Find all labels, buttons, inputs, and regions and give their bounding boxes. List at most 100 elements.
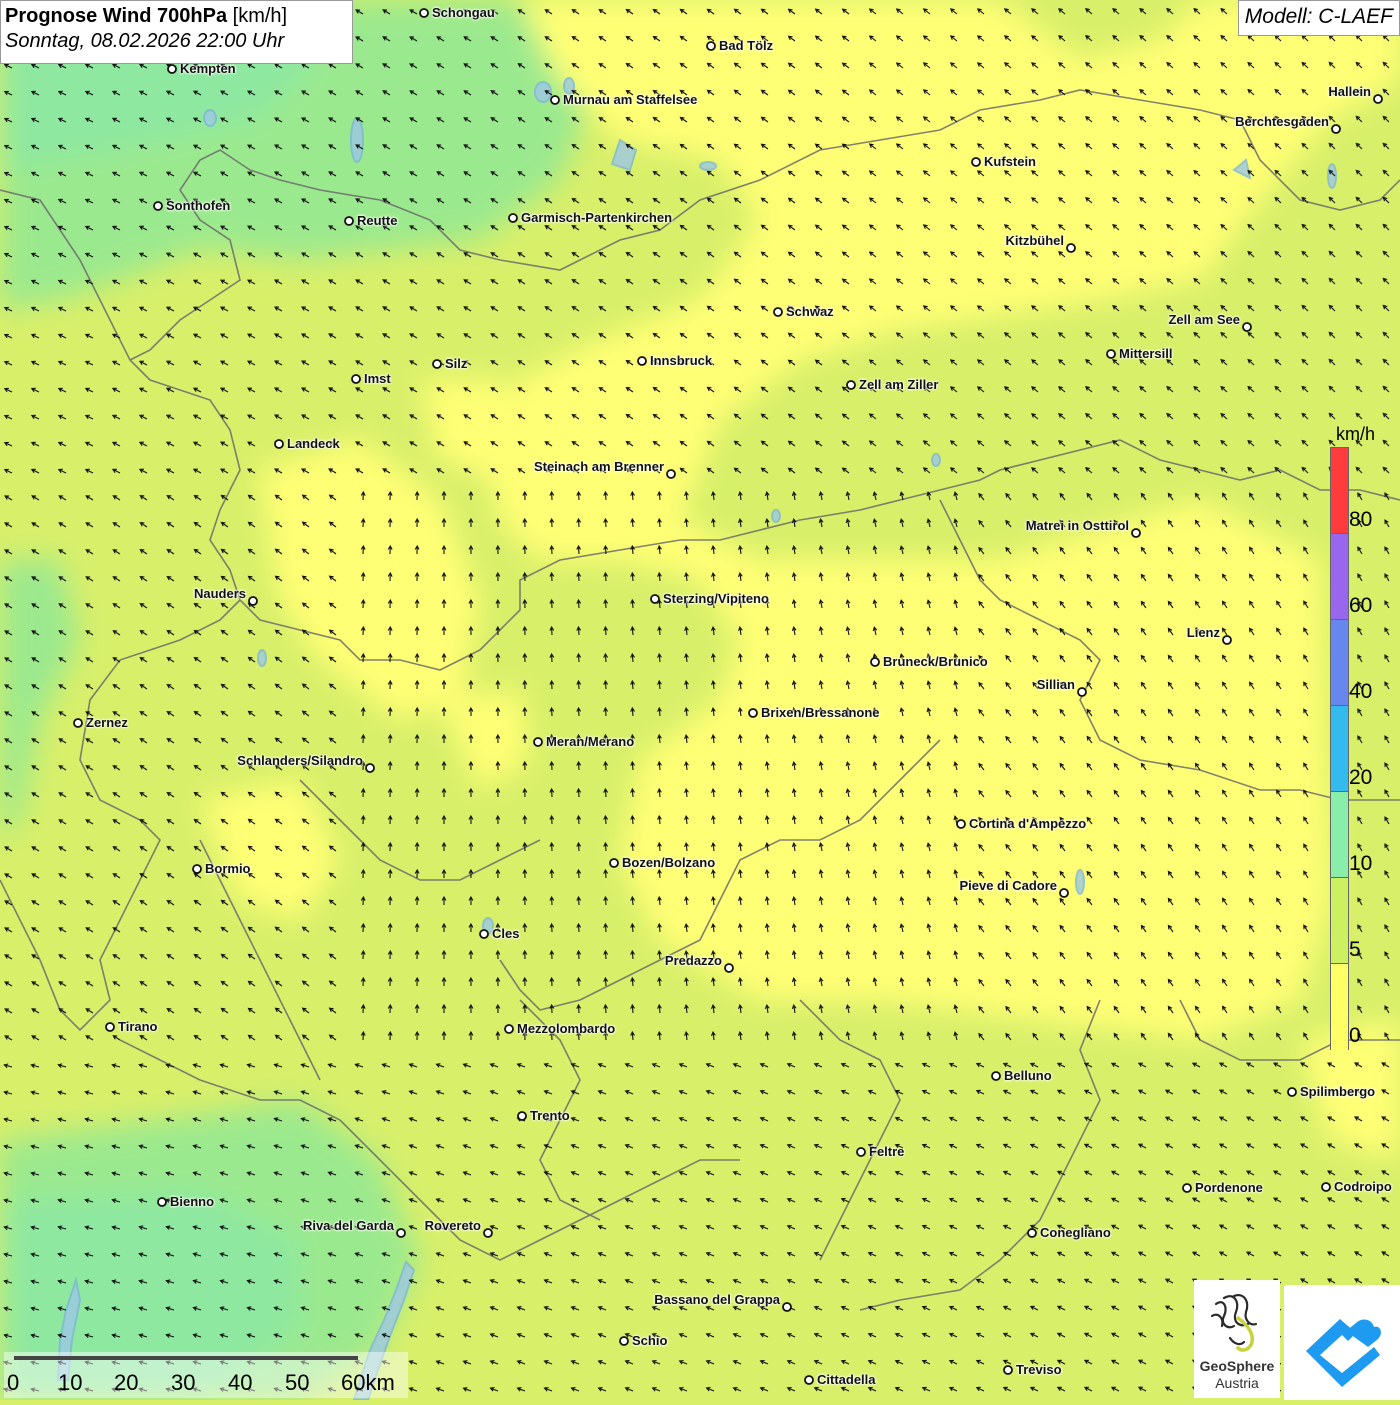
city-marker xyxy=(1222,635,1232,645)
city-marker xyxy=(419,8,429,18)
map-title-box: Prognose Wind 700hPa [km/h] Sonntag, 08.… xyxy=(0,0,353,64)
city-label: Kitzbühel xyxy=(1005,233,1065,248)
city-marker xyxy=(991,1071,1001,1081)
legend-tick: 10 xyxy=(1349,852,1373,875)
legend-tick: 80 xyxy=(1349,508,1373,531)
legend-tick: 20 xyxy=(1349,766,1373,789)
city-label: Bienno xyxy=(170,1194,215,1209)
city-label: Schwaz xyxy=(786,304,834,319)
geosphere-logo[interactable]: GeoSphere Austria xyxy=(1194,1280,1280,1398)
city-marker xyxy=(1373,94,1383,104)
city-marker xyxy=(550,95,560,105)
city-label: Codroipo xyxy=(1334,1179,1392,1194)
scale-label: 40 xyxy=(228,1370,253,1395)
forecast-datetime: Sonntag, 08.02.2026 22:00 Uhr xyxy=(5,30,285,52)
city-marker xyxy=(956,819,966,829)
city-label: Feltre xyxy=(869,1144,905,1159)
city-marker xyxy=(1182,1183,1192,1193)
title-unit: [km/h] xyxy=(232,5,288,27)
city-label: Reutte xyxy=(357,213,398,228)
city-label: Riva del Garda xyxy=(302,1218,394,1233)
city-label: Cles xyxy=(492,926,520,941)
city-marker xyxy=(856,1147,866,1157)
city-marker xyxy=(432,359,442,369)
city-label: Cortina d'Ampezzo xyxy=(969,816,1087,831)
city-marker xyxy=(365,763,375,773)
legend-tick: 0 xyxy=(1349,1024,1361,1047)
map-title: Prognose Wind 700hPa [km/h] xyxy=(5,5,348,28)
city-label: Murnau am Staffelsee xyxy=(563,92,698,107)
city-label: Imst xyxy=(364,371,391,386)
scale-label: 10 xyxy=(58,1370,83,1395)
city-marker xyxy=(804,1375,814,1385)
geosphere-country: Austria xyxy=(1215,1375,1259,1391)
legend-seg-5 xyxy=(1331,878,1348,964)
legend-unit: km/h xyxy=(1336,424,1376,444)
scale-bar: 0 10 20 30 40 50 60km xyxy=(4,1352,408,1398)
city-label: Sterzing/Vipiteno xyxy=(663,591,769,606)
scale-label: 60km xyxy=(341,1370,395,1395)
legend-seg-0 xyxy=(1331,964,1348,1050)
city-label: Silz xyxy=(445,356,468,371)
city-marker xyxy=(1066,243,1076,253)
city-label: Trento xyxy=(530,1108,570,1123)
model-label: Modell: C-LAEF xyxy=(1237,0,1400,36)
city-marker xyxy=(1287,1087,1297,1097)
city-label: Mittersill xyxy=(1119,346,1173,361)
legend-tick: 60 xyxy=(1349,594,1373,617)
city-marker xyxy=(650,594,660,604)
city-label: Innsbruck xyxy=(650,353,713,368)
city-label: Bormio xyxy=(205,861,251,876)
city-label: Pordenone xyxy=(1195,1180,1263,1195)
city-label: Sillian xyxy=(1036,677,1075,692)
city-marker xyxy=(706,41,716,51)
app-logo[interactable] xyxy=(1284,1285,1400,1400)
city-label: Predazzo xyxy=(664,953,722,968)
legend-seg-60 xyxy=(1331,534,1348,620)
city-marker xyxy=(248,596,258,606)
city-label: Rovereto xyxy=(424,1218,481,1233)
city-label: Mezzolombardo xyxy=(517,1021,616,1036)
legend-tick: 5 xyxy=(1349,938,1361,961)
city-marker xyxy=(504,1024,514,1034)
legend-seg-10 xyxy=(1331,792,1348,878)
city-marker xyxy=(479,929,489,939)
city-label: Conegliano xyxy=(1040,1225,1111,1240)
city-label: Brixen/Bressanone xyxy=(761,705,880,720)
city-marker xyxy=(782,1302,792,1312)
city-label: Matrei in Osttirol xyxy=(1025,518,1129,533)
mountain-drop-icon xyxy=(1306,1319,1381,1387)
city-label: Zell am Ziller xyxy=(859,377,939,392)
city-label: Bozen/Bolzano xyxy=(622,855,716,870)
geosphere-name: GeoSphere xyxy=(1199,1358,1275,1374)
geosphere-logo-icon xyxy=(1210,1294,1258,1352)
city-label: Zell am See xyxy=(1168,312,1240,327)
city-marker xyxy=(351,374,361,384)
city-label: Berchtesgaden xyxy=(1235,114,1329,129)
city-label: Spilimbergo xyxy=(1300,1084,1376,1099)
city-label: Bruneck/Brunico xyxy=(883,654,988,669)
city-label: Tirano xyxy=(118,1019,158,1034)
city-marker xyxy=(619,1336,629,1346)
city-label: Schlanders/Silandro xyxy=(237,753,363,768)
city-marker xyxy=(1106,349,1116,359)
city-marker xyxy=(773,307,783,317)
city-marker xyxy=(724,963,734,973)
city-label: Hallein xyxy=(1328,84,1371,99)
legend-seg-40 xyxy=(1331,620,1348,706)
city-marker xyxy=(508,213,518,223)
city-marker xyxy=(167,64,177,74)
city-marker xyxy=(846,380,856,390)
legend-tick: 40 xyxy=(1349,680,1373,703)
city-marker xyxy=(1331,124,1341,134)
legend-colorbar xyxy=(1330,447,1349,1050)
city-label: Kempten xyxy=(180,61,236,76)
city-label: Schongau xyxy=(432,5,495,20)
scale-label: 30 xyxy=(171,1370,196,1395)
city-marker xyxy=(344,216,354,226)
city-label: Bad Tölz xyxy=(719,38,774,53)
city-label: Meran/Merano xyxy=(546,734,635,749)
city-marker xyxy=(1131,528,1141,538)
scale-label: 50 xyxy=(285,1370,310,1395)
city-label: Bassano del Grappa xyxy=(654,1292,780,1307)
